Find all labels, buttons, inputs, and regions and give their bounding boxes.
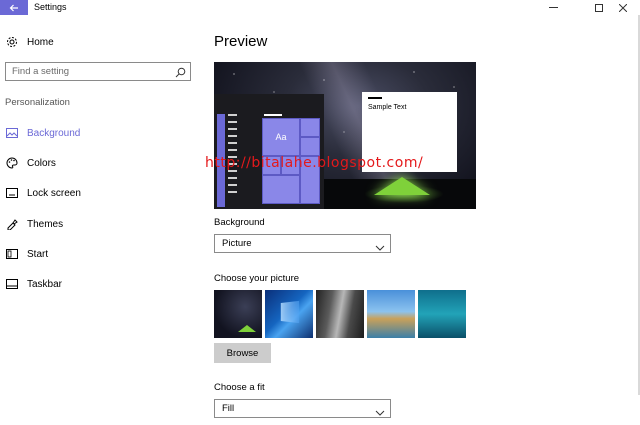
sidebar-item-label: Taskbar [27, 278, 63, 290]
preview-window-bar [368, 97, 382, 99]
preview-sample-text: Sample Text [368, 104, 407, 111]
back-button[interactable] [0, 0, 28, 15]
background-preview: Aa Sample Text [214, 62, 476, 209]
sidebar-item-colors[interactable]: Colors [6, 156, 56, 170]
sidebar-item-background[interactable]: Background [6, 126, 80, 140]
lock-screen-icon [6, 187, 18, 199]
preview-tent [374, 177, 430, 195]
choose-fit-label: Choose a fit [214, 382, 265, 393]
sidebar-item-label: Colors [27, 157, 56, 169]
preview-start-header [264, 114, 282, 116]
home-nav-item[interactable]: Home [6, 35, 54, 49]
preview-tile-text: Aa [275, 132, 287, 142]
title-bar: Settings [0, 0, 640, 15]
choose-picture-label: Choose your picture [214, 273, 300, 284]
close-icon [619, 3, 627, 12]
sidebar: Home Find a setting Personalization Back… [0, 15, 198, 425]
page-title: Preview [214, 33, 268, 50]
gear-icon [6, 36, 18, 48]
start-icon [6, 248, 18, 260]
sidebar-item-lock-screen[interactable]: Lock screen [6, 186, 81, 200]
close-button[interactable] [606, 0, 640, 15]
sidebar-item-label: Start [27, 248, 49, 260]
sidebar-item-taskbar[interactable]: Taskbar [6, 277, 62, 291]
palette-icon [6, 157, 18, 169]
sidebar-item-label: Lock screen [27, 187, 81, 199]
preview-tile-large: Aa [262, 118, 300, 156]
picture-thumbnail-rock[interactable] [316, 290, 364, 338]
minimize-icon [548, 7, 558, 8]
browse-button[interactable]: Browse [214, 343, 271, 363]
maximize-icon [595, 3, 603, 12]
picture-thumbnail-night-sky[interactable] [214, 290, 262, 338]
search-input[interactable]: Find a setting [5, 62, 191, 81]
preview-tile [300, 118, 320, 137]
picture-thumbnail-beach[interactable] [367, 290, 415, 338]
section-heading: Personalization [5, 97, 70, 108]
watermark-text: http://bitalahe.blogspot.com/ [205, 155, 424, 171]
preview-start-menu: Aa [214, 94, 324, 209]
picture-thumbnail-underwater[interactable] [418, 290, 466, 338]
themes-icon [6, 218, 18, 230]
search-icon [175, 65, 186, 83]
background-dropdown-value: Picture [222, 238, 252, 249]
minimize-button[interactable] [536, 0, 570, 15]
chevron-down-icon [375, 404, 385, 422]
home-label: Home [27, 36, 54, 48]
sidebar-item-label: Themes [27, 218, 64, 230]
background-dropdown[interactable]: Picture [214, 234, 391, 253]
background-label: Background [214, 217, 265, 228]
preview-tile [300, 137, 320, 156]
picture-icon [6, 127, 18, 139]
chevron-down-icon [375, 239, 385, 257]
sidebar-item-start[interactable]: Start [6, 247, 48, 261]
sidebar-item-themes[interactable]: Themes [6, 217, 63, 231]
fit-dropdown-value: Fill [222, 403, 235, 414]
search-placeholder: Find a setting [12, 66, 70, 77]
preview-tile [262, 175, 300, 204]
back-arrow-icon [9, 4, 18, 11]
picture-thumbnails [214, 290, 466, 338]
window-title: Settings [34, 2, 67, 12]
taskbar-icon [6, 278, 18, 290]
fit-dropdown[interactable]: Fill [214, 399, 391, 418]
picture-thumbnail-windows[interactable] [265, 290, 313, 338]
sidebar-item-label: Background [27, 127, 81, 139]
